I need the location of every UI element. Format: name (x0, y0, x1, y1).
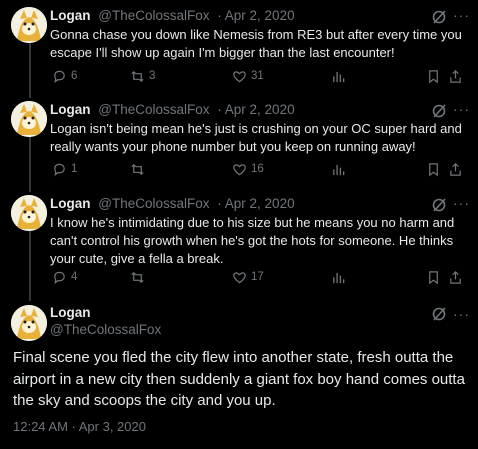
bookmark-icon (429, 270, 438, 284)
share-button[interactable] (448, 268, 467, 286)
share-icon (450, 270, 461, 284)
grok-icon[interactable] (431, 306, 447, 322)
retweet-icon (131, 271, 144, 283)
grok-icon[interactable] (431, 9, 447, 25)
retweet-button[interactable]: 3 (130, 67, 155, 85)
tweet-actions: 6 3 31 (50, 67, 470, 85)
like-button[interactable]: 16 (232, 160, 264, 178)
handle[interactable]: @TheColossalFox (50, 321, 161, 339)
views-button[interactable] (331, 160, 350, 178)
share-button[interactable] (448, 67, 467, 85)
bookmark-button[interactable] (426, 160, 445, 178)
more-icon[interactable]: ··· (453, 101, 470, 117)
views-icon (333, 71, 345, 82)
avatar[interactable] (11, 101, 47, 137)
tweet[interactable]: Logan @TheColossalFox · Apr 2, 2020 ··· … (0, 195, 478, 287)
reply-icon (54, 163, 65, 176)
avatar[interactable] (11, 195, 47, 231)
grok-icon[interactable] (431, 197, 447, 213)
tweet-header: Logan @TheColossalFox · Apr 2, 2020 (50, 195, 295, 213)
handle[interactable]: @TheColossalFox (98, 196, 209, 211)
tweet[interactable]: Logan @TheColossalFox · Apr 2, 2020 ··· … (0, 7, 478, 85)
bookmark-icon (429, 162, 438, 176)
tweet-actions: 4 17 (50, 268, 470, 286)
like-button[interactable]: 31 (232, 67, 264, 85)
like-count: 31 (251, 70, 264, 82)
heart-icon (233, 163, 246, 175)
like-count: 17 (251, 271, 264, 283)
tweet-actions: 1 16 (50, 160, 470, 178)
timestamp[interactable]: · Apr 2, 2020 (217, 8, 294, 23)
reply-button[interactable]: 4 (52, 268, 77, 286)
reply-button[interactable]: 6 (52, 67, 77, 85)
avatar[interactable] (11, 7, 47, 43)
retweet-button[interactable] (130, 160, 149, 178)
reply-count: 6 (71, 70, 78, 82)
display-name[interactable]: Logan (50, 196, 91, 211)
tweet-header: Logan @TheColossalFox · Apr 2, 2020 (50, 7, 295, 25)
display-name[interactable]: Logan (50, 102, 91, 117)
share-button[interactable] (448, 160, 467, 178)
heart-icon (233, 271, 246, 283)
avatar[interactable] (11, 305, 47, 341)
retweet-icon (131, 163, 144, 175)
reply-button[interactable]: 1 (52, 160, 77, 178)
display-name[interactable]: Logan (50, 304, 91, 322)
more-icon[interactable]: ··· (453, 306, 470, 322)
views-icon (333, 272, 345, 283)
reply-count: 1 (71, 163, 78, 175)
bookmark-icon (429, 69, 438, 83)
like-button[interactable]: 17 (232, 268, 264, 286)
tweet-text: Gonna chase you down like Nemesis from R… (50, 27, 462, 60)
handle[interactable]: @TheColossalFox (98, 102, 209, 117)
heart-icon (233, 70, 246, 82)
views-button[interactable] (331, 268, 350, 286)
display-name[interactable]: Logan (50, 8, 91, 23)
reply-icon (54, 271, 65, 284)
share-icon (450, 162, 461, 176)
reply-count: 4 (71, 271, 78, 283)
tweet[interactable]: Logan @TheColossalFox · Apr 2, 2020 ··· … (0, 101, 478, 179)
main-tweet-text: Final scene you fled the city flew into … (13, 349, 465, 409)
grok-icon[interactable] (431, 103, 447, 119)
more-icon[interactable]: ··· (453, 7, 470, 23)
retweet-icon (131, 70, 144, 82)
views-button[interactable] (331, 67, 350, 85)
tweet-header: Logan @TheColossalFox · Apr 2, 2020 (50, 101, 295, 119)
main-timestamp[interactable]: 12:24 AM · Apr 3, 2020 (13, 418, 146, 436)
bookmark-button[interactable] (426, 67, 445, 85)
like-count: 16 (251, 163, 264, 175)
reply-icon (54, 70, 65, 83)
timestamp[interactable]: · Apr 2, 2020 (217, 196, 294, 211)
views-icon (333, 164, 345, 175)
timestamp[interactable]: · Apr 2, 2020 (217, 102, 294, 117)
tweet-text: Logan isn't being mean he's just is crus… (50, 121, 462, 154)
retweet-button[interactable] (130, 268, 149, 286)
share-icon (450, 69, 461, 83)
tweet-text: I know he's intimidating due to his size… (50, 215, 455, 266)
handle[interactable]: @TheColossalFox (98, 8, 209, 23)
more-icon[interactable]: ··· (453, 195, 470, 211)
bookmark-button[interactable] (426, 268, 445, 286)
retweet-count: 3 (149, 70, 156, 82)
